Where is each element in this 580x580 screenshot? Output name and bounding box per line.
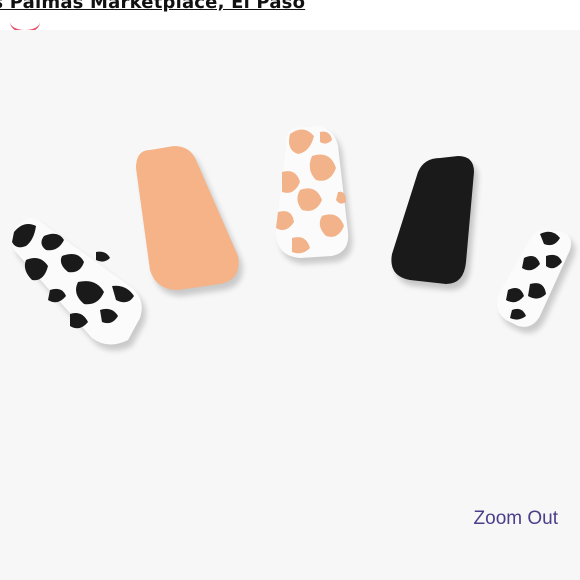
nail-1-cow-print (11, 218, 146, 351)
nail-3-peach-cow-print (276, 126, 353, 264)
store-location-link[interactable]: ls Palmas Marketplace, El Paso (0, 0, 305, 13)
nail-4-solid-black (391, 156, 478, 290)
product-image (11, 126, 575, 351)
zoom-out-button[interactable]: Zoom Out (474, 508, 558, 530)
product-image-frame: Zoom Out (0, 30, 580, 580)
nail-5-cow-print (497, 229, 575, 333)
nail-2-solid-peach (136, 146, 243, 296)
